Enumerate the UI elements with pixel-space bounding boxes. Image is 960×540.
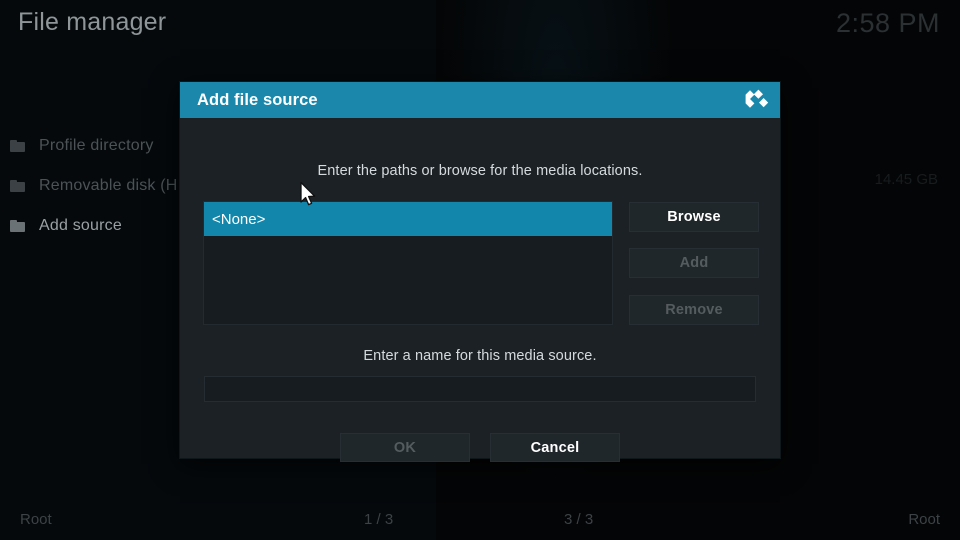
cancel-button-label: Cancel [530,439,580,456]
add-file-source-dialog: Add file source Enter the paths or brows… [180,82,780,462]
folder-icon [10,140,25,152]
dialog-header: Add file source [180,82,780,118]
status-left-path: Root [20,510,52,528]
add-button[interactable]: Add [629,248,759,278]
folder-icon [10,220,25,232]
clock-label: 2:58 PM [835,8,940,38]
browse-button[interactable]: Browse [629,202,759,232]
cancel-button[interactable]: Cancel [490,433,620,462]
ok-button[interactable]: OK [340,433,470,462]
ok-button-label: OK [393,439,417,456]
path-list-item[interactable]: <None> [204,202,612,236]
name-hint-label: Enter a name for this media source. [363,348,597,364]
list-item-label: Add source [39,217,122,234]
kodi-logo-icon [744,87,770,113]
media-source-name-input[interactable] [204,376,756,402]
folder-icon [10,180,25,192]
path-list-item-label: <None> [212,210,266,228]
status-right-path: Root [908,510,940,528]
disk-size-label: 14.45 GB [874,171,938,188]
status-right-count: 3 / 3 [564,510,594,528]
dialog-body: Enter the paths or browse for the media … [180,118,780,462]
page-title: File manager [18,8,167,36]
remove-button-label: Remove [665,302,723,318]
status-bar: Root 1 / 3 3 / 3 Root [0,498,960,540]
add-button-label: Add [679,255,709,271]
paths-hint-label: Enter the paths or browse for the media … [317,163,643,179]
dialog-title: Add file source [197,90,318,109]
remove-button[interactable]: Remove [629,295,759,325]
paths-listbox[interactable]: <None> [203,201,613,325]
list-item-label: Removable disk (H:) [39,177,188,194]
status-left-count: 1 / 3 [364,510,394,528]
browse-button-label: Browse [667,209,721,225]
list-item-label: Profile directory [39,137,154,154]
